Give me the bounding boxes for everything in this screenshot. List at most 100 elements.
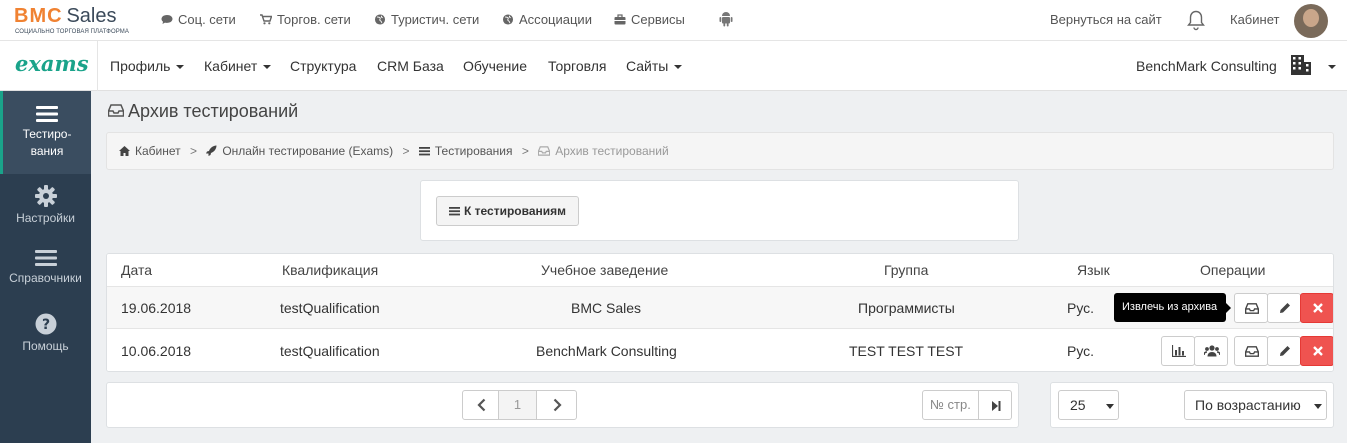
page-size-select[interactable]: 25 [1058, 390, 1119, 420]
nav-structure[interactable]: Структура [290, 58, 356, 74]
statistics-button[interactable] [1161, 336, 1195, 366]
topnav-trade[interactable]: Торгов. сети [260, 12, 351, 27]
topnav-associations[interactable]: Ассоциации [502, 12, 592, 27]
topnav-services[interactable]: Сервисы [614, 12, 685, 27]
caret-down-icon [1327, 65, 1336, 69]
breadcrumb-home[interactable]: Кабинет [119, 144, 181, 158]
nav-sites[interactable]: Сайты [626, 58, 683, 74]
android-icon [719, 12, 733, 27]
breadcrumb-label: Архив тестирований [555, 144, 669, 158]
nav-label: Обучение [463, 58, 528, 74]
edit-button[interactable] [1267, 336, 1301, 366]
topnav-label: Соц. сети [178, 12, 236, 27]
main-navbar: exams Профиль Кабинет Структура CRM База… [0, 41, 1347, 91]
sort-order-value: По возрастанию [1195, 397, 1301, 413]
topnav-tourism[interactable]: Туристич. сети [374, 12, 479, 27]
list-icon [448, 207, 460, 216]
nav-trade[interactable]: Торговля [548, 58, 606, 74]
nav-cabinet[interactable]: Кабинет [204, 58, 272, 74]
nav-label: Сайты [626, 58, 669, 74]
nav-label: Структура [290, 58, 357, 74]
delete-button[interactable] [1300, 293, 1333, 323]
exams-brand[interactable]: exams [0, 41, 98, 91]
cabinet-link[interactable]: Кабинет [1230, 12, 1279, 27]
sidebar-item-settings[interactable]: Настройки [0, 185, 91, 227]
company-switcher[interactable] [1290, 53, 1336, 80]
col-header-group[interactable]: Группа [884, 262, 928, 278]
col-header-institution[interactable]: Учебное заведение [541, 262, 668, 278]
menu-icon [34, 250, 57, 266]
nav-crm[interactable]: CRM База [377, 58, 444, 74]
cell-date: 19.06.2018 [121, 300, 192, 316]
step-forward-icon [992, 401, 1001, 411]
topnav-label: Туристич. сети [391, 12, 480, 27]
help-icon: ? [35, 313, 56, 335]
sidebar-item-directories[interactable]: Справочники [0, 249, 91, 287]
chevron-right-icon: > [189, 144, 197, 158]
breadcrumb-exams[interactable]: Онлайн тестирование (Exams) [206, 144, 393, 158]
caret-down-icon [674, 65, 683, 69]
sidebar: Тестиро- вания Настройки Справочники ? П… [0, 91, 91, 443]
col-header-date[interactable]: Дата [121, 262, 152, 278]
topnav-social[interactable]: Соц. сети [161, 12, 236, 27]
briefcase-icon [614, 14, 626, 25]
inbox-icon [107, 104, 125, 117]
caret-down-icon [263, 65, 272, 69]
listing-options-panel: 25 По возрастанию [1050, 382, 1334, 428]
nav-learning[interactable]: Обучение [463, 58, 527, 74]
sidebar-item-label: Справочники [9, 271, 82, 285]
breadcrumb-tests[interactable]: Тестирования [418, 144, 512, 158]
sort-order-select[interactable]: По возрастанию [1184, 390, 1327, 420]
android-app-link[interactable] [719, 11, 733, 30]
back-to-tests-button[interactable]: К тестированиям [436, 196, 579, 226]
delete-button[interactable] [1300, 336, 1333, 366]
building-icon [1291, 55, 1311, 75]
unarchive-button[interactable] [1234, 336, 1268, 366]
next-page-button[interactable] [536, 390, 577, 420]
menu-icon [36, 106, 58, 122]
chevron-right-icon [553, 398, 562, 412]
bmc-sales-logo[interactable]: BMC Sales СОЦИАЛЬНО ТОРГОВАЯ ПЛАТФОРМА [14, 5, 129, 35]
go-to-page-button[interactable] [978, 390, 1012, 420]
bell-icon [1187, 10, 1205, 31]
back-to-site-link[interactable]: Вернуться на сайт [1050, 12, 1162, 27]
rocket-icon [206, 145, 217, 156]
topnav-label: Ассоциации [519, 12, 592, 27]
nav-profile[interactable]: Профиль [110, 58, 185, 74]
pencil-icon [1280, 303, 1290, 313]
unarchive-button[interactable] [1234, 293, 1268, 323]
sidebar-item-help[interactable]: ? Помощь [0, 313, 91, 355]
page-number-input[interactable]: № стр. [922, 390, 979, 420]
col-header-language[interactable]: Язык [1077, 262, 1110, 278]
chevron-right-icon: > [521, 144, 529, 158]
caret-down-icon [176, 65, 185, 69]
sidebar-item-label: Помощь [22, 339, 69, 353]
chevron-right-icon: > [402, 144, 410, 158]
cell-qualification: testQualification [280, 343, 380, 359]
pagination-panel: 1 № стр. [106, 382, 1019, 428]
table-header: Дата Квалификация Учебное заведение Груп… [107, 254, 1333, 287]
topnav-label: Торгов. сети [277, 12, 351, 27]
close-icon [1313, 346, 1323, 356]
cell-group: Программисты [858, 300, 955, 316]
chat-icon [161, 15, 173, 24]
breadcrumb-current: Архив тестирований [537, 144, 669, 158]
globe-icon [502, 14, 514, 25]
breadcrumb: Кабинет > Онлайн тестирование (Exams) > … [106, 132, 1334, 170]
caret-down-icon [1106, 404, 1114, 409]
sidebar-item-tests[interactable]: Тестиро- вания [0, 91, 91, 174]
col-header-qualification[interactable]: Квалификация [282, 262, 378, 278]
company-name[interactable]: BenchMark Consulting [1136, 58, 1277, 74]
logo-tagline: СОЦИАЛЬНО ТОРГОВАЯ ПЛАТФОРМА [15, 29, 129, 35]
page-1-button[interactable]: 1 [498, 390, 537, 420]
sidebar-item-label: Тестиро- вания [22, 127, 72, 158]
user-avatar[interactable] [1294, 4, 1328, 38]
participants-button[interactable] [1194, 336, 1228, 366]
notifications-button[interactable] [1186, 9, 1206, 34]
nav-label: Кабинет [204, 58, 258, 74]
prev-page-button[interactable] [462, 390, 499, 420]
edit-button[interactable] [1267, 293, 1301, 323]
logo-sales: Sales [66, 5, 117, 27]
actions-panel: К тестированиям [420, 180, 1019, 241]
list-icon [418, 147, 430, 156]
